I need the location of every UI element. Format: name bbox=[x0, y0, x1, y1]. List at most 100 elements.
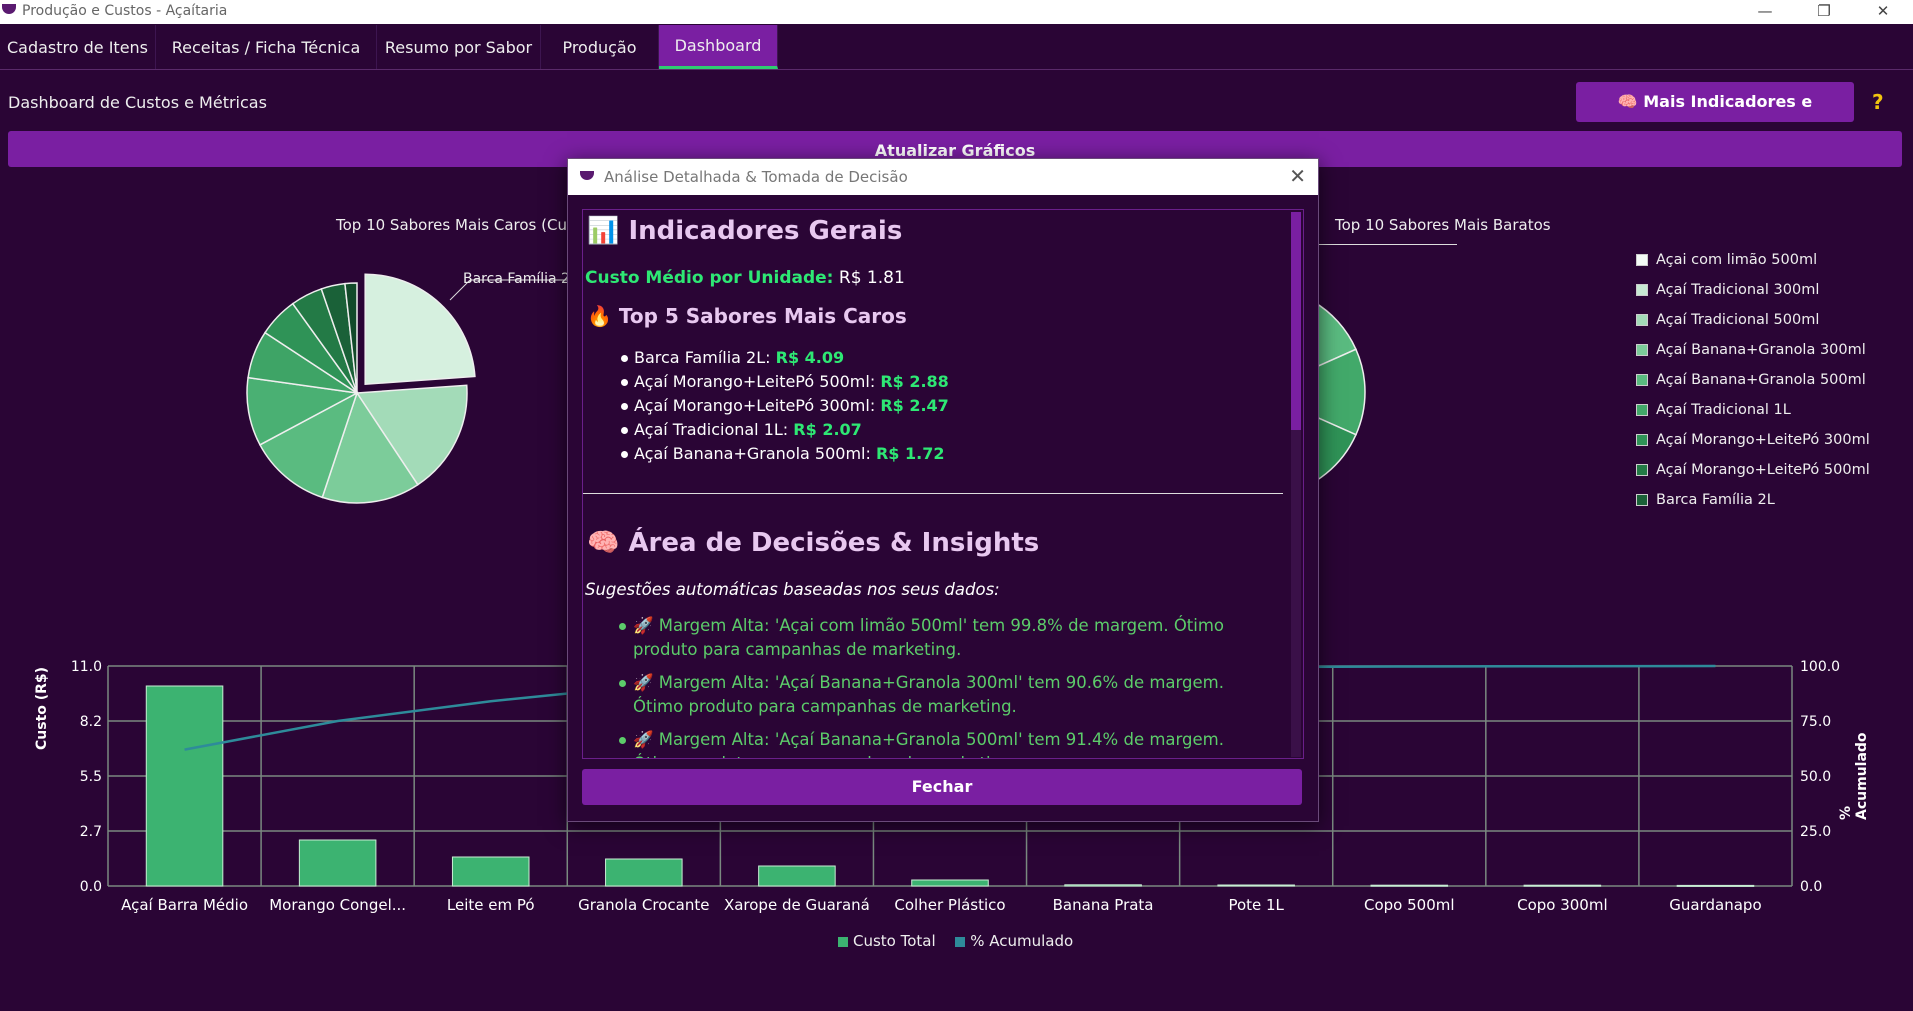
legend-item: Açaí Banana+Granola 300ml bbox=[1636, 342, 1866, 358]
top5-name: Açaí Banana+Granola 500ml: bbox=[634, 444, 871, 463]
list-item: Açaí Morango+LeitePó 500ml: R$ 2.88 bbox=[621, 372, 949, 391]
legend-acumulado: % Acumulado bbox=[970, 932, 1074, 950]
legend-item: Açaí Tradicional 1L bbox=[1636, 402, 1791, 418]
y2-tick-label: 0.0 bbox=[1800, 879, 1822, 895]
tab-receitas[interactable]: Receitas / Ficha Técnica bbox=[156, 25, 377, 69]
tab-cadastro-itens[interactable]: Cadastro de Itens bbox=[0, 25, 156, 69]
x-tick-label: Leite em Pó bbox=[447, 896, 535, 914]
insight-item: 🚀 Margem Alta: 'Açai com limão 500ml' te… bbox=[619, 614, 1263, 662]
y-tick-label: 2.7 bbox=[80, 824, 102, 840]
legend-swatch bbox=[1636, 404, 1648, 416]
insight-text: 🚀 Margem Alta: 'Açai com limão 500ml' te… bbox=[633, 616, 1225, 659]
minimize-button[interactable]: — bbox=[1745, 0, 1785, 24]
legend-swatch bbox=[1636, 464, 1648, 476]
y2-tick-label: 75.0 bbox=[1800, 714, 1831, 730]
bar bbox=[1370, 884, 1449, 887]
legend-swatch bbox=[1636, 374, 1648, 386]
bar bbox=[605, 858, 683, 887]
tab-dashboard[interactable]: Dashboard bbox=[659, 25, 778, 69]
y2-tick-label: 25.0 bbox=[1800, 824, 1831, 840]
y-tick-label: 8.2 bbox=[80, 714, 102, 730]
legend-swatch-acumulado bbox=[955, 936, 966, 947]
insight-text: 🚀 Margem Alta: 'Açaí Banana+Granola 500m… bbox=[633, 730, 1224, 758]
section-divider bbox=[583, 493, 1283, 494]
x-tick-label: Granola Crocante bbox=[578, 896, 709, 914]
dialog-scrollbar[interactable] bbox=[1291, 212, 1301, 757]
more-indicators-button[interactable]: 🧠 Mais Indicadores e Decisões bbox=[1576, 82, 1854, 151]
dialog-title: Análise Detalhada & Tomada de Decisão bbox=[604, 168, 908, 186]
window-titlebar: Produção e Custos - Açaítaria — ❐ ✕ bbox=[0, 0, 1913, 24]
pie-callout-label: Barca Família 2L bbox=[463, 271, 578, 287]
section-indicators-title: Indicadores Gerais bbox=[628, 216, 903, 246]
bar bbox=[758, 865, 836, 887]
bar bbox=[1064, 884, 1142, 887]
bar-legend: Custo Total % Acumulado bbox=[838, 932, 1073, 950]
x-tick-label: Pote 1L bbox=[1228, 896, 1284, 914]
tab-producao[interactable]: Produção bbox=[541, 25, 659, 69]
top5-value: R$ 2.47 bbox=[880, 396, 949, 415]
legend-swatch bbox=[1636, 434, 1648, 446]
x-tick-label: Guardanapo bbox=[1669, 896, 1761, 914]
bar bbox=[911, 879, 989, 887]
analysis-dialog: Análise Detalhada & Tomada de Decisão ✕ … bbox=[567, 158, 1319, 822]
y-tick-label: 0.0 bbox=[80, 879, 102, 895]
close-dialog-button[interactable]: Fechar bbox=[582, 769, 1302, 805]
legend-label: Açaí Morango+LeitePó 300ml bbox=[1656, 432, 1870, 448]
legend-swatch-custo bbox=[838, 936, 848, 947]
tab-bar: Cadastro de Itens Receitas / Ficha Técni… bbox=[0, 25, 1913, 70]
top5-name: Açaí Morango+LeitePó 500ml: bbox=[634, 372, 876, 391]
list-item: Açaí Tradicional 1L: R$ 2.07 bbox=[621, 420, 862, 439]
avg-cost-value: R$ 1.81 bbox=[838, 268, 905, 288]
legend-item: Açaí Morango+LeitePó 500ml bbox=[1636, 462, 1870, 478]
pie-chart-expensive bbox=[246, 273, 570, 504]
y2-tick-label: 100.0 bbox=[1800, 659, 1840, 675]
legend-label: Açaí Banana+Granola 300ml bbox=[1656, 342, 1866, 358]
legend-label: Açaí Morango+LeitePó 500ml bbox=[1656, 462, 1870, 478]
close-window-button[interactable]: ✕ bbox=[1863, 0, 1903, 24]
dialog-close-icon[interactable]: ✕ bbox=[1289, 164, 1306, 188]
chart-icon: 📊 bbox=[587, 216, 620, 246]
legend-item: Açaí Tradicional 500ml bbox=[1636, 312, 1819, 328]
insights-subtitle: Sugestões automáticas baseadas nos seus … bbox=[585, 580, 1000, 599]
brain-icon: 🧠 bbox=[587, 528, 620, 558]
scrollbar-thumb[interactable] bbox=[1291, 212, 1301, 430]
maximize-button[interactable]: ❐ bbox=[1804, 0, 1844, 24]
legend-item: Açaí Banana+Granola 500ml bbox=[1636, 372, 1866, 388]
top5-name: Açaí Tradicional 1L: bbox=[634, 420, 789, 439]
bar bbox=[1676, 884, 1755, 887]
top5-value: R$ 2.07 bbox=[793, 420, 862, 439]
legend-label: Açaí Banana+Granola 500ml bbox=[1656, 372, 1866, 388]
y2-tick-label: 50.0 bbox=[1800, 769, 1831, 785]
fire-icon: 🔥 bbox=[587, 304, 612, 328]
tab-resumo-sabor[interactable]: Resumo por Sabor bbox=[377, 25, 541, 69]
top5-value: R$ 2.88 bbox=[880, 372, 949, 391]
legend-label: Barca Família 2L bbox=[1656, 492, 1775, 508]
bar bbox=[451, 856, 530, 887]
x-tick-label: Morango Congel... bbox=[269, 896, 406, 914]
pie-right-title-underline bbox=[1317, 244, 1457, 245]
bar bbox=[298, 839, 377, 887]
avg-cost-label: Custo Médio por Unidade: bbox=[585, 268, 834, 288]
section-insights-title: Área de Decisões & Insights bbox=[628, 528, 1040, 558]
legend-swatch bbox=[1636, 284, 1648, 296]
top5-value: R$ 1.72 bbox=[875, 444, 945, 463]
list-item: Açaí Banana+Granola 500ml: R$ 1.72 bbox=[621, 444, 944, 463]
help-icon[interactable]: ? bbox=[1872, 90, 1884, 114]
legend-swatch bbox=[1636, 344, 1648, 356]
legend-swatch bbox=[1636, 254, 1648, 266]
x-tick-label: Xarope de Guaraná bbox=[724, 896, 870, 914]
legend-swatch bbox=[1636, 494, 1648, 506]
legend-item: Barca Família 2L bbox=[1636, 492, 1775, 508]
legend-label: Açaí Tradicional 500ml bbox=[1656, 312, 1820, 328]
legend-item: Açai com limão 500ml bbox=[1636, 252, 1817, 268]
bar bbox=[1523, 884, 1602, 887]
y2-axis-label: % Acumulado bbox=[1838, 732, 1870, 820]
x-tick-label: Banana Prata bbox=[1053, 896, 1154, 914]
y-axis-label: Custo (R$) bbox=[34, 666, 50, 750]
top5-name: Açaí Morango+LeitePó 300ml: bbox=[634, 396, 876, 415]
x-tick-label: Copo 500ml bbox=[1364, 896, 1455, 914]
legend-label: Açai com limão 500ml bbox=[1656, 252, 1818, 268]
dialog-content[interactable]: 📊 Indicadores Gerais Custo Médio por Uni… bbox=[582, 209, 1304, 759]
legend-label: Açaí Tradicional 300ml bbox=[1656, 282, 1820, 298]
window-title: Produção e Custos - Açaítaria bbox=[22, 3, 228, 19]
